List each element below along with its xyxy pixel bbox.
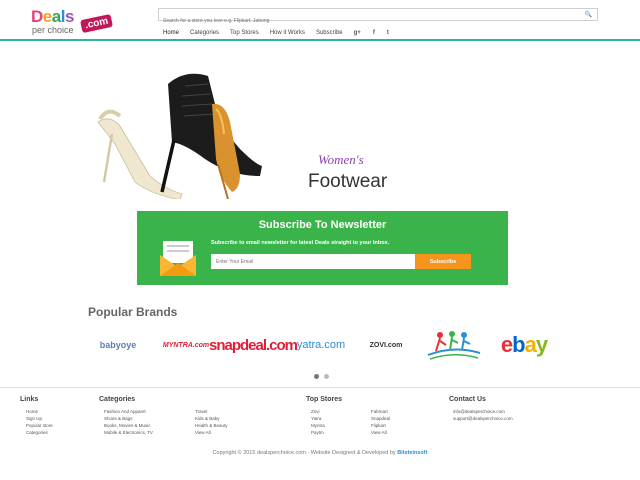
brand-tickets-logo[interactable] <box>424 328 484 362</box>
search-box: 🔍 <box>158 8 598 27</box>
header: Deals per choice .com 🔍 Home Categories … <box>0 0 640 41</box>
carousel-dot-2[interactable] <box>324 374 329 379</box>
footer-categories-title: Categories <box>99 396 136 403</box>
hero-banner[interactable]: Women's Footwear <box>0 44 640 204</box>
nav-how-it-works[interactable]: How it Works <box>270 30 305 36</box>
subscribe-button[interactable]: Subscribe <box>415 254 471 269</box>
footer-store-link[interactable]: Zovi <box>311 409 320 414</box>
carousel-dot-1[interactable] <box>314 374 319 379</box>
newsletter-title: Subscribe To Newsletter <box>258 219 387 231</box>
twitter-icon[interactable]: t <box>387 30 389 36</box>
footer-link[interactable]: Categories <box>26 430 48 435</box>
ebay-letter: b <box>512 332 525 357</box>
developer-link[interactable]: Bitsteinsoft <box>397 450 427 456</box>
search-input[interactable] <box>159 15 579 27</box>
logo-letter: e <box>42 7 52 26</box>
brand-label: snapdeal.com <box>208 336 298 354</box>
logo-dotcom-badge: .com <box>79 13 114 34</box>
brand-label: yatra.com <box>296 339 346 351</box>
search-icon[interactable]: 🔍 <box>585 11 592 18</box>
brand-snapdeal[interactable]: snapdeal.com <box>209 328 298 362</box>
footer-store-link[interactable]: Paytm <box>311 430 324 435</box>
footer-category-link[interactable]: Books, Movies & Music <box>104 423 151 428</box>
logo-letter: a <box>51 7 61 26</box>
footer-links-title: Links <box>20 396 39 403</box>
copyright-label: Copyright © 2015 dealsperchoice.com · We… <box>212 450 396 456</box>
brand-label: MYNTRA.com <box>162 341 210 349</box>
newsletter-email-input[interactable] <box>211 254 415 269</box>
footer-category-link[interactable]: Mobile & Electronics, TV <box>104 430 153 435</box>
footer-category-link[interactable]: View All <box>195 430 211 435</box>
newsletter-description: Subscribe to email newsletter for latest… <box>211 240 390 246</box>
footer-divider <box>0 387 640 388</box>
ticket-figures-icon <box>427 331 481 360</box>
nav-categories[interactable]: Categories <box>190 30 219 36</box>
nav-home[interactable]: Home <box>163 30 179 36</box>
logo-letter: s <box>64 7 74 26</box>
footer-category-link[interactable]: Kids & Baby <box>195 416 220 421</box>
nav-top-stores[interactable]: Top Stores <box>230 30 259 36</box>
brand-label: babyoye <box>99 340 137 350</box>
main-nav: Home Categories Top Stores How it Works … <box>163 28 401 38</box>
footer-store-link[interactable]: View All <box>371 430 387 435</box>
footer-top-stores-title: Top Stores <box>306 396 343 403</box>
footer-store-link[interactable]: Snapdeal <box>371 416 390 421</box>
footer-link[interactable]: Popular store <box>26 423 53 428</box>
nav-subscribe[interactable]: Subscribe <box>316 30 343 36</box>
brand-yatra[interactable]: yatra.com <box>290 328 352 362</box>
hero-title: Footwear <box>308 171 388 192</box>
facebook-icon[interactable]: f <box>373 30 375 36</box>
footer-store-link[interactable]: Myntra <box>311 423 325 428</box>
brand-ebay[interactable]: ebay <box>494 328 554 362</box>
footer-contact-title: Contact Us <box>449 396 486 403</box>
footer-store-link[interactable]: Flipkart <box>371 423 386 428</box>
ebay-letter: e <box>500 332 513 357</box>
copyright-text: Copyright © 2015 dealsperchoice.com · We… <box>0 450 640 456</box>
shoes-illustration <box>97 73 262 199</box>
footer-category-link[interactable]: Health & Beauty <box>195 423 228 428</box>
google-plus-icon[interactable]: g+ <box>354 30 361 36</box>
footer-category-link[interactable]: Shoes & Bags <box>104 416 133 421</box>
logo-deals-text: Deals <box>31 7 74 27</box>
footer-category-link[interactable]: Travel <box>195 409 207 414</box>
brand-babyoye[interactable]: babyoye <box>88 328 148 362</box>
footer-store-link[interactable]: Fabmart <box>371 409 388 414</box>
ebay-letter: a <box>524 332 537 357</box>
footer-category-link[interactable]: Fashion And Apparel <box>104 409 146 414</box>
footer-contact-email[interactable]: info@dealsperchoice.com <box>453 409 505 414</box>
footer-link[interactable]: Sign Up <box>26 416 42 421</box>
popular-brands-title: Popular Brands <box>88 305 178 319</box>
site-logo[interactable]: Deals per choice .com <box>31 7 114 37</box>
hero-subtitle: Women's <box>318 152 364 167</box>
footer-contact-email[interactable]: support@dealsperchoice.com <box>453 416 513 421</box>
logo-per-choice: per choice <box>32 25 74 35</box>
brand-label: ZOVI.com <box>369 341 403 349</box>
footer-link[interactable]: Home <box>26 409 38 414</box>
carousel-dots <box>314 374 329 379</box>
ebay-letter: y <box>535 332 548 357</box>
footer-store-link[interactable]: Yatra <box>311 416 321 421</box>
brand-zovi[interactable]: ZOVI.com <box>360 328 412 362</box>
brand-myntra[interactable]: MYNTRA.com <box>160 328 212 362</box>
logo-letter: D <box>31 7 43 26</box>
newsletter-section: Subscribe To Newsletter Subscribe to ema… <box>137 211 508 285</box>
envelope-icon <box>160 241 196 276</box>
